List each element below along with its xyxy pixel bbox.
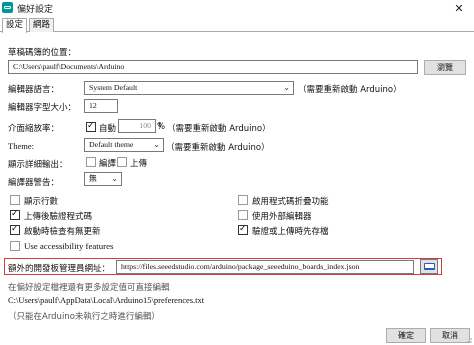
interface-scale-note: （需要重新啟動 Arduino） — [167, 124, 271, 134]
board-urls-label: 額外的開發板管理員網址： — [8, 264, 111, 274]
check-updates-checkbox[interactable] — [10, 224, 20, 235]
auto-scale-checkbox[interactable] — [86, 121, 96, 132]
chevron-down-icon: ⌄ — [111, 174, 118, 183]
verify-after-upload-label: 上傳後驗證程式碼 — [24, 212, 93, 222]
editor-language-value: System Default — [89, 83, 138, 92]
tab-network[interactable]: 網路 — [29, 18, 55, 32]
window-list-icon — [424, 263, 435, 270]
save-on-verify-label: 驗證或上傳時先存檔 — [252, 227, 329, 237]
code-folding-label: 啟用程式碼折疊功能 — [252, 197, 329, 207]
font-size-label: 編輯器字型大小： — [8, 103, 77, 113]
external-editor-label: 使用外部編輯器 — [252, 212, 312, 222]
close-button[interactable]: ✕ — [444, 0, 474, 16]
accessibility-label: Use accessibility features — [24, 241, 114, 251]
show-line-numbers-label: 顯示行數 — [24, 197, 59, 207]
edit-when-closed-note: （只能在Arduino未執行之時進行編輯） — [8, 312, 160, 322]
check-updates-label: 啟動時檢查有無更新 — [24, 227, 101, 237]
verbose-compile-label: 編譯 — [99, 159, 117, 169]
font-size-field[interactable]: 12 — [84, 99, 118, 113]
sketchbook-label: 草稿碼簿的位置： — [8, 48, 77, 58]
more-prefs-note: 在偏好設定檔裡還有更多設定值可直接編輯 — [8, 283, 170, 293]
theme-value: Default theme — [89, 140, 134, 149]
verify-after-upload-checkbox[interactable] — [10, 209, 20, 220]
save-on-verify-checkbox[interactable] — [238, 224, 248, 235]
accessibility-checkbox[interactable] — [10, 241, 20, 251]
verbose-compile-checkbox[interactable] — [86, 157, 96, 167]
ok-button[interactable]: 確定 — [386, 328, 426, 343]
arduino-app-icon — [2, 2, 13, 13]
verbose-upload-checkbox[interactable] — [117, 157, 127, 167]
verbose-upload-label: 上傳 — [130, 159, 148, 169]
compiler-warnings-select[interactable]: 無 ⌄ — [84, 172, 122, 186]
editor-language-note: （需要重新啟動 Arduino） — [298, 85, 402, 95]
verbose-output-label: 顯示詳細輸出： — [8, 160, 68, 170]
compiler-warnings-value: 無 — [89, 174, 97, 183]
editor-language-select[interactable]: System Default ⌄ — [84, 81, 294, 95]
window-title: 偏好設定 — [17, 5, 54, 15]
board-urls-edit-button[interactable] — [420, 259, 438, 274]
browse-button[interactable]: 瀏覽 — [424, 60, 466, 75]
theme-note: （需要重新啟動 Arduino） — [166, 143, 270, 153]
code-folding-checkbox[interactable] — [238, 195, 248, 205]
show-line-numbers-checkbox[interactable] — [10, 195, 20, 205]
external-editor-checkbox[interactable] — [238, 210, 248, 220]
editor-language-label: 編輯器語言： — [8, 85, 60, 95]
tab-settings[interactable]: 設定 — [2, 18, 28, 33]
board-urls-field[interactable]: https://files.seeedstudio.com/arduino/pa… — [116, 260, 414, 274]
title-bar: 偏好設定 ✕ — [0, 0, 474, 16]
preferences-window: 偏好設定 ✕ 設定 網路 草稿碼簿的位置： C:\Users\paulf\Doc… — [0, 0, 474, 345]
resize-grip-icon[interactable] — [464, 335, 472, 343]
theme-label: Theme: — [8, 141, 34, 151]
sketchbook-path-field[interactable]: C:\Users\paulf\Documents\Arduino — [8, 60, 418, 74]
settings-tab-panel — [0, 31, 474, 321]
chevron-down-icon: ⌄ — [283, 83, 290, 92]
interface-scale-label: 介面縮放率： — [8, 124, 60, 134]
auto-scale-label: 自動 — [99, 124, 117, 134]
scale-percent-field[interactable]: 100 — [118, 119, 156, 133]
prefs-file-path[interactable]: C:\Users\paulf\AppData\Local\Arduino15\p… — [8, 295, 204, 305]
scale-unit-label: % — [157, 122, 166, 132]
chevron-down-icon: ⌄ — [153, 140, 160, 149]
compiler-warnings-label: 編譯器警告： — [8, 178, 60, 188]
theme-select[interactable]: Default theme ⌄ — [84, 138, 164, 152]
